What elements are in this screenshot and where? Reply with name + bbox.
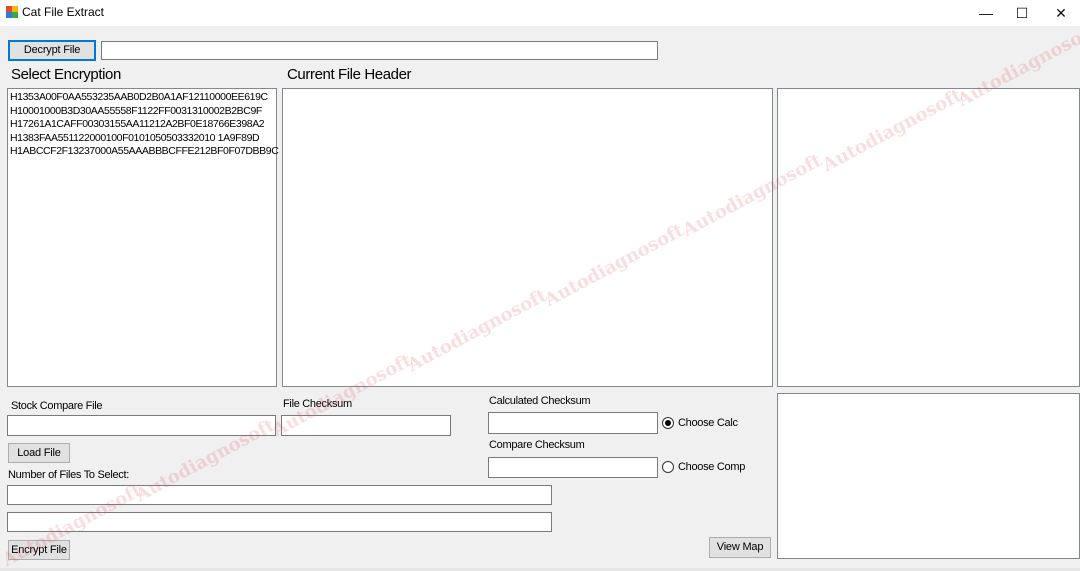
choose-comp-label[interactable]: Choose Comp: [678, 461, 745, 473]
encryption-item[interactable]: H1383FAA551122000100F0101050503332010 1A…: [10, 132, 278, 146]
title-bar: Cat File Extract — ☐ ✕: [0, 0, 1080, 26]
decrypt-path-input[interactable]: [101, 41, 658, 60]
right-bottom-panel[interactable]: [777, 393, 1080, 559]
right-top-panel[interactable]: [777, 88, 1080, 387]
compare-checksum-label: Compare Checksum: [489, 439, 585, 451]
radio-selected-dot: [665, 420, 671, 426]
file-header-display[interactable]: [282, 88, 773, 387]
num-files-label: Number of Files To Select:: [8, 469, 129, 481]
choose-calc-label[interactable]: Choose Calc: [678, 417, 738, 429]
compare-checksum-input[interactable]: [488, 457, 658, 478]
calculated-checksum-label: Calculated Checksum: [489, 395, 591, 407]
extra-input[interactable]: [7, 512, 552, 532]
encryption-item[interactable]: H1353A00F0AA553235AAB0D2B0A1AF12110000EE…: [10, 91, 278, 105]
file-checksum-label: File Checksum: [283, 398, 352, 410]
encryption-item[interactable]: H10001000B3D30AA55558F1122FF0031310002B2…: [10, 105, 278, 119]
encryption-item[interactable]: H1ABCCF2F13237000A55AAABBBCFFE212BF0F07D…: [10, 145, 279, 159]
stock-compare-label: Stock Compare File: [11, 400, 103, 412]
select-encryption-label: Select Encryption: [11, 66, 121, 83]
calculated-checksum-input[interactable]: [488, 412, 658, 434]
decrypt-file-button[interactable]: Decrypt File: [8, 40, 96, 61]
minimize-button[interactable]: —: [966, 0, 1006, 26]
app-icon: [6, 6, 18, 18]
num-files-input[interactable]: [7, 485, 552, 505]
current-file-header-label: Current File Header: [287, 66, 412, 83]
choose-comp-radio[interactable]: [662, 461, 674, 473]
maximize-button[interactable]: ☐: [1002, 0, 1042, 26]
encryption-list[interactable]: H1353A00F0AA553235AAB0D2B0A1AF12110000EE…: [7, 88, 279, 387]
choose-calc-radio[interactable]: [662, 417, 674, 429]
encryption-item[interactable]: H17261A1CAFF00303155AA11212A2BF0E18766E3…: [10, 118, 278, 132]
load-file-button[interactable]: Load File: [8, 443, 70, 463]
encrypt-file-button[interactable]: Encrypt File: [8, 540, 70, 560]
stock-compare-input[interactable]: [7, 415, 276, 436]
close-button[interactable]: ✕: [1041, 0, 1080, 26]
window-title: Cat File Extract: [22, 5, 105, 19]
view-map-button[interactable]: View Map: [709, 537, 771, 558]
file-checksum-input[interactable]: [281, 415, 451, 436]
